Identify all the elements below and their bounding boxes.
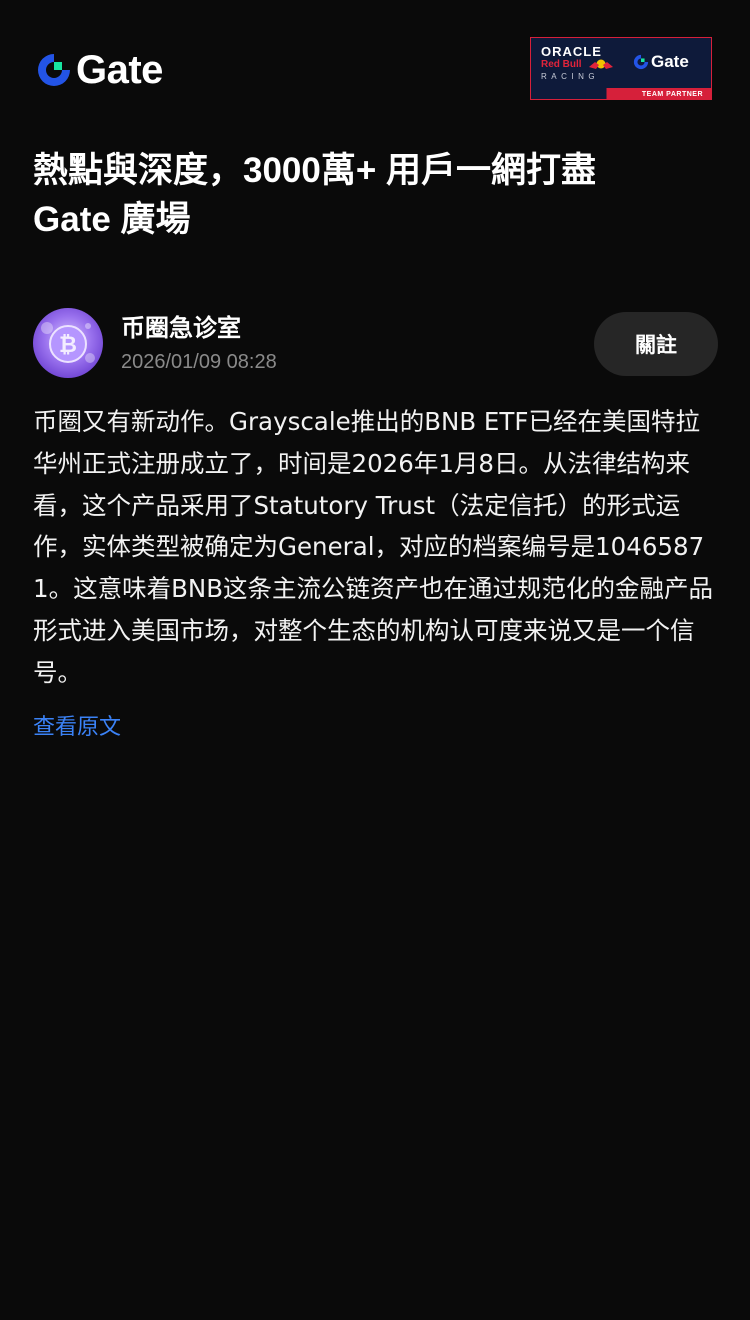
headline-line-2: Gate 廣場 [33,200,191,239]
partner-gate-logo: Gate [633,52,689,72]
team-partner-caption: TEAM PARTNER [641,91,703,98]
bitcoin-avatar-icon: ₿ [33,308,103,378]
post-content: 币圈又有新动作。Grayscale推出的BNB ETF已经在美国特拉华州正式注册… [33,407,714,687]
headline-line-1: 熱點與深度，3000萬+ 用戶一網打盡 [33,151,597,190]
gate-logo-mark-icon [38,54,70,86]
gate-logo[interactable]: Gate [36,48,163,92]
team-partner-badge[interactable]: ORACLE Red Bull RACING Gate TEAM PARTNER [530,37,712,100]
avatar[interactable]: ₿ [33,308,103,378]
partner-gate-text: Gate [651,52,689,71]
svg-text:₿: ₿ [59,333,77,358]
post-timestamp: 2026/01/09 08:28 [121,351,277,373]
logo-text: Gate [76,48,163,92]
author-name[interactable]: 币圈急诊室 [121,312,241,344]
partner-racing-text: RACING [541,72,600,81]
view-original-link[interactable]: 查看原文 [33,711,121,745]
post-author-row: ₿ 币圈急诊室 2026/01/09 08:28 關註 [33,308,718,380]
follow-button[interactable]: 關註 [594,312,718,376]
partner-redbull-text: Red Bull [541,59,582,70]
page-headline: 熱點與深度，3000萬+ 用戶一網打盡 Gate 廣場 [33,146,723,244]
red-bull-icon [589,59,613,69]
header: Gate ORACLE Red Bull RACING Gate TEAM PA… [0,0,750,140]
gate-logo-mark-icon [633,54,649,70]
